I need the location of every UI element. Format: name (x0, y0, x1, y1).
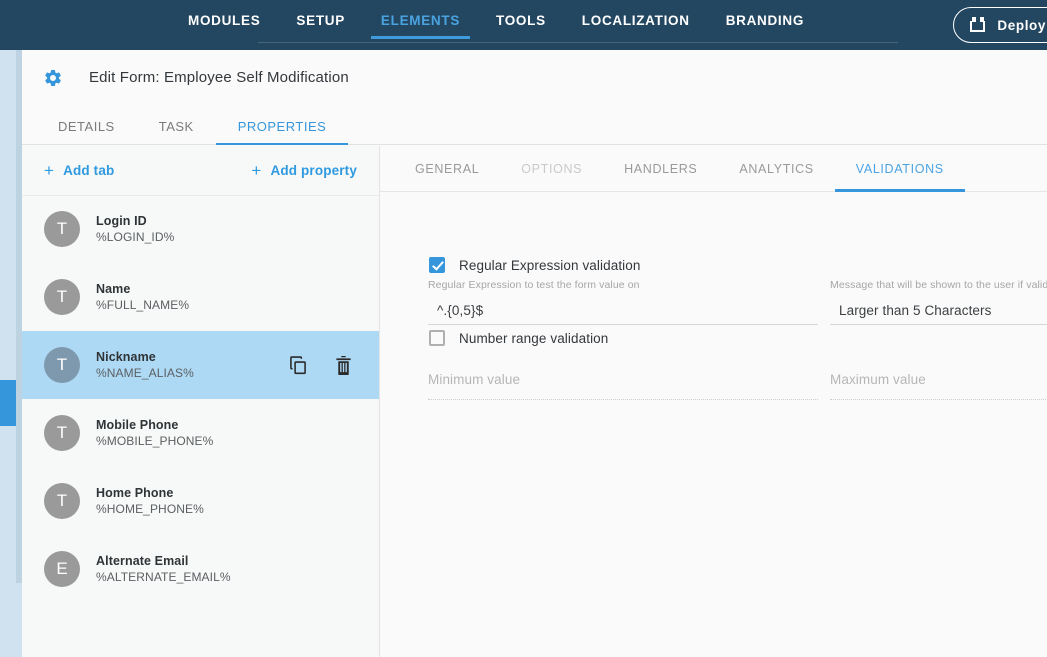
list-item-token: %HOME_PHONE% (96, 501, 204, 516)
list-item-token: %ALTERNATE_EMAIL% (96, 569, 231, 584)
add-property-label: Add property (270, 163, 357, 178)
list-item-label: Home Phone (96, 485, 174, 500)
add-tab-label: Add tab (63, 163, 115, 178)
tab-analytics[interactable]: ANALYTICS (718, 146, 834, 192)
property-detail-panel: GENERAL OPTIONS HANDLERS ANALYTICS VALID… (380, 146, 1047, 657)
deploy-button[interactable]: Deploy (953, 7, 1047, 43)
minimum-value-field: Minimum value (428, 372, 818, 400)
card-header: Edit Form: Employee Self Modification (22, 50, 1047, 106)
avatar: T (44, 483, 80, 519)
add-property-button[interactable]: + Add property (251, 162, 357, 179)
tab-properties[interactable]: PROPERTIES (215, 105, 349, 145)
tab-details[interactable]: DETAILS (36, 105, 137, 145)
avatar: E (44, 551, 80, 587)
list-item-label: Login ID (96, 213, 147, 228)
list-item-text: Nickname %NAME_ALIAS% (96, 350, 194, 381)
list-item[interactable]: E Alternate Email %ALTERNATE_EMAIL% (22, 535, 379, 603)
application-window: MODULES SETUP ELEMENTS TOOLS LOCALIZATIO… (0, 0, 1047, 657)
property-list-panel: + Add tab + Add property T Login ID %LOG… (22, 146, 380, 657)
number-range-label: Number range validation (459, 330, 609, 346)
top-navigation-bar: MODULES SETUP ELEMENTS TOOLS LOCALIZATIO… (0, 0, 1047, 50)
maximum-value-placeholder: Maximum value (830, 372, 926, 387)
regex-message-field: Message that will be shown to the user i… (830, 279, 1047, 325)
avatar: T (44, 415, 80, 451)
nav-item-setup[interactable]: SETUP (278, 0, 363, 37)
tab-general[interactable]: GENERAL (394, 146, 500, 192)
plus-icon: + (44, 161, 55, 180)
nav-item-branding[interactable]: BRANDING (708, 0, 822, 37)
page-scrollbar-track[interactable] (0, 50, 16, 583)
top-nav-items: MODULES SETUP ELEMENTS TOOLS LOCALIZATIO… (170, 0, 822, 50)
regex-validation-checkbox[interactable] (429, 257, 445, 273)
list-item-token: %FULL_NAME% (96, 297, 190, 312)
nav-item-localization[interactable]: LOCALIZATION (564, 0, 708, 37)
minimum-value-underline[interactable] (428, 398, 818, 400)
tab-handlers[interactable]: HANDLERS (603, 146, 718, 192)
list-item-token: %LOGIN_ID% (96, 229, 175, 244)
minimum-value-placeholder: Minimum value (428, 372, 521, 387)
tab-task[interactable]: TASK (137, 105, 216, 145)
nav-item-tools[interactable]: TOOLS (478, 0, 564, 37)
list-item-label: Name (96, 281, 131, 296)
avatar: T (44, 211, 80, 247)
card-tab-bar: DETAILS TASK PROPERTIES (22, 105, 1047, 145)
list-item-text: Name %FULL_NAME% (96, 282, 189, 313)
list-item-text: Alternate Email %ALTERNATE_EMAIL% (96, 554, 231, 585)
list-item-token: %NAME_ALIAS% (96, 365, 194, 380)
plus-icon: + (251, 161, 262, 180)
regex-pattern-field: Regular Expression to test the form valu… (428, 279, 818, 325)
list-item-label: Mobile Phone (96, 417, 179, 432)
tab-options[interactable]: OPTIONS (500, 146, 603, 192)
avatar: T (44, 347, 80, 383)
trash-icon[interactable] (334, 355, 353, 376)
list-item-token: %MOBILE_PHONE% (96, 433, 214, 448)
list-item[interactable]: T Name %FULL_NAME% (22, 263, 379, 331)
avatar: T (44, 279, 80, 315)
list-item-label: Nickname (96, 349, 156, 364)
detail-tab-bar: GENERAL OPTIONS HANDLERS ANALYTICS VALID… (380, 146, 1047, 192)
page-title: Edit Form: Employee Self Modification (89, 69, 349, 86)
list-item[interactable]: T Mobile Phone %MOBILE_PHONE% (22, 399, 379, 467)
regex-pattern-input[interactable]: ^.{0,5}$ (428, 303, 818, 325)
list-item-selected[interactable]: T Nickname %NAME_ALIAS% (22, 331, 379, 399)
regex-message-hint: Message that will be shown to the user i… (830, 279, 1047, 291)
list-item-text: Home Phone %HOME_PHONE% (96, 486, 204, 517)
regex-validation-label: Regular Expression validation (459, 257, 641, 273)
nav-item-elements[interactable]: ELEMENTS (363, 0, 478, 39)
add-tab-button[interactable]: + Add tab (44, 162, 114, 179)
gear-icon (45, 69, 61, 86)
maximum-value-field: Maximum value (830, 372, 1047, 400)
number-range-checkbox[interactable] (429, 330, 445, 346)
tab-validations[interactable]: VALIDATIONS (834, 146, 965, 192)
nav-item-modules[interactable]: MODULES (170, 0, 278, 37)
list-item[interactable]: T Home Phone %HOME_PHONE% (22, 467, 379, 535)
copy-icon[interactable] (288, 355, 308, 375)
list-item-label: Alternate Email (96, 553, 189, 568)
regex-pattern-hint: Regular Expression to test the form valu… (428, 279, 640, 291)
property-list: T Login ID %LOGIN_ID% T Name %FULL_NAME%… (22, 195, 379, 657)
editor-card: Edit Form: Employee Self Modification DE… (22, 50, 1047, 657)
maximum-value-underline[interactable] (830, 398, 1047, 400)
regex-validation-checkbox-row[interactable]: Regular Expression validation (429, 257, 641, 273)
deploy-button-label: Deploy (997, 17, 1046, 33)
list-item-text: Login ID %LOGIN_ID% (96, 214, 174, 245)
page-scrollbar-thumb[interactable] (0, 380, 16, 426)
regex-message-input[interactable]: Larger than 5 Characters (830, 303, 1047, 325)
number-range-checkbox-row[interactable]: Number range validation (429, 330, 608, 346)
add-actions-row: + Add tab + Add property (22, 146, 379, 196)
list-item-text: Mobile Phone %MOBILE_PHONE% (96, 418, 213, 449)
deploy-store-icon (970, 17, 987, 33)
list-item[interactable]: T Login ID %LOGIN_ID% (22, 195, 379, 263)
list-item-actions (288, 331, 353, 399)
